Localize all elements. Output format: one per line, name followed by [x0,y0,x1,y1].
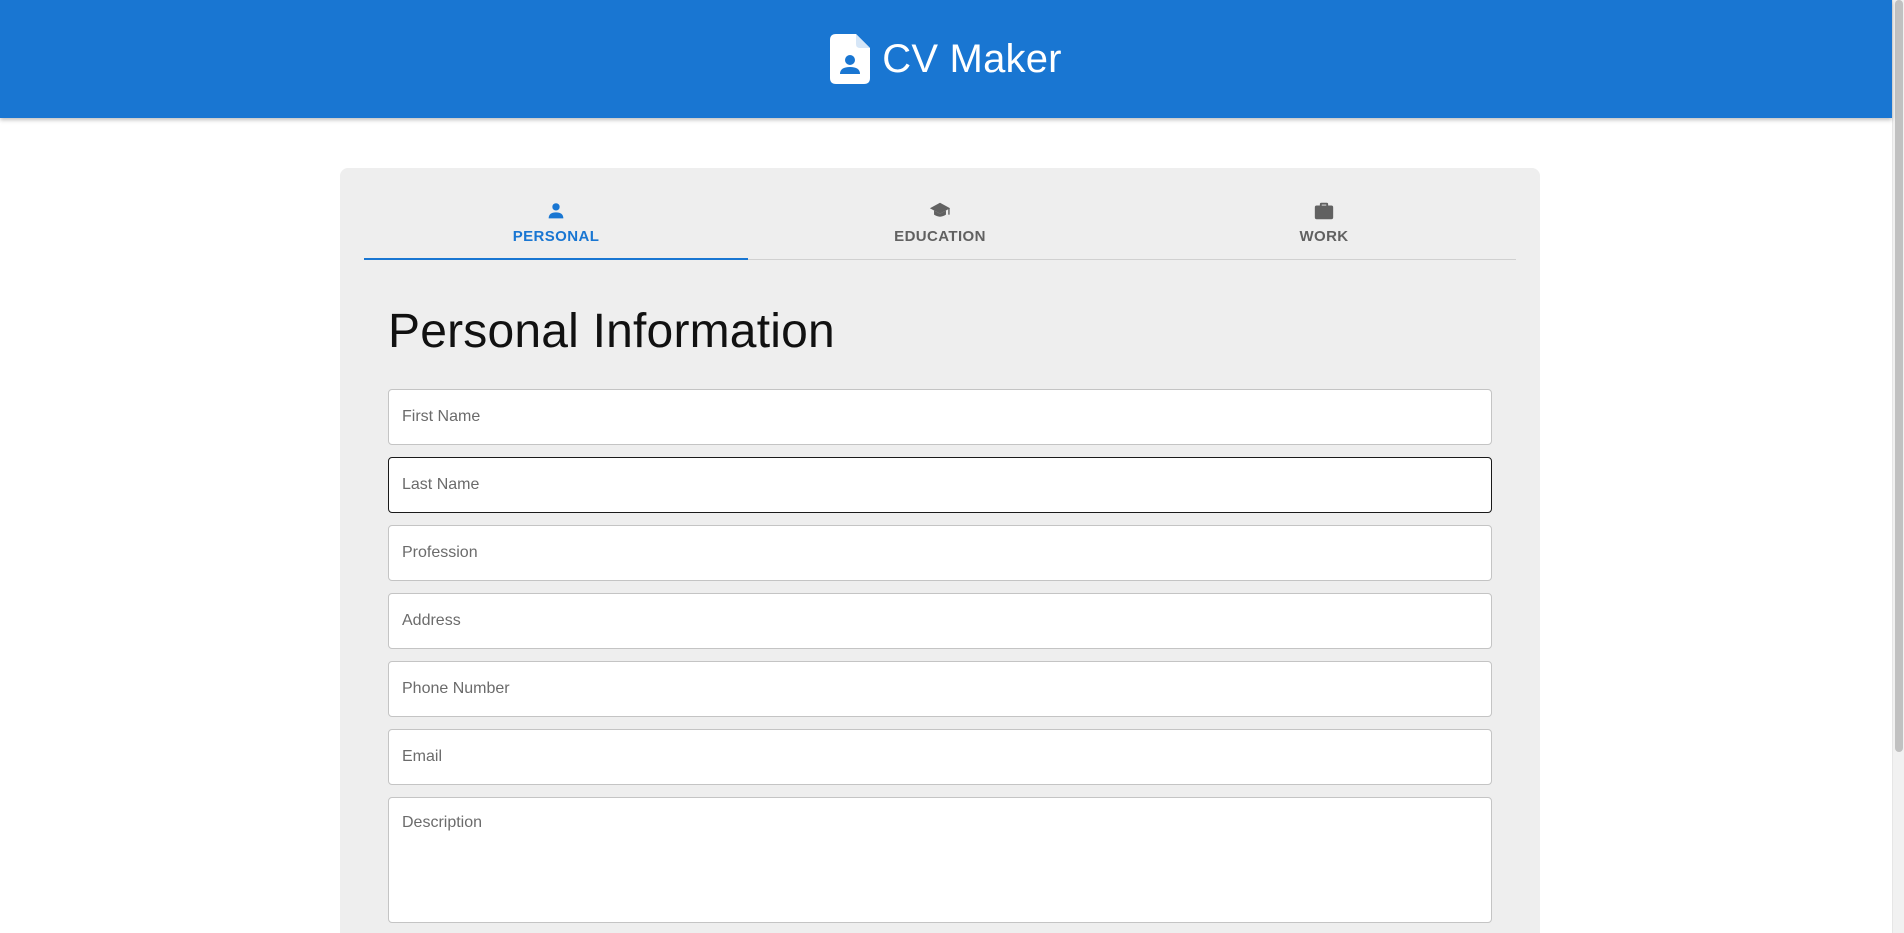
brand: CV Maker [830,34,1062,84]
address-input[interactable] [388,593,1492,649]
page-title: Personal Information [388,305,835,358]
tab-education[interactable]: EDUCATION [748,168,1132,259]
last-name-input[interactable] [388,457,1492,513]
cv-form-card: PERSONAL EDUCATION WORK Personal Informa… [340,168,1540,933]
app-root: CV Maker PERSONAL EDUCATION WORK Persona… [0,0,1904,933]
graduation-cap-icon [929,202,951,217]
tab-personal-label: PERSONAL [512,228,600,245]
scrollbar-thumb[interactable] [1895,0,1903,752]
tab-work[interactable]: WORK [1132,168,1516,259]
tab-personal[interactable]: PERSONAL [364,168,748,260]
briefcase-icon [1314,202,1334,220]
profession-input[interactable] [388,525,1492,581]
person-icon [548,203,564,219]
contact-document-icon [830,34,871,84]
section-tabs: PERSONAL EDUCATION WORK [364,168,1516,260]
first-name-input[interactable] [388,389,1492,445]
page-scrollbar[interactable] [1892,0,1904,933]
description-textarea[interactable] [388,797,1492,923]
email-input[interactable] [388,729,1492,785]
phone-number-input[interactable] [388,661,1492,717]
app-title: CV Maker [882,37,1062,81]
tab-work-label: WORK [1299,228,1349,245]
tab-education-label: EDUCATION [894,228,986,245]
app-header: CV Maker [0,0,1892,118]
